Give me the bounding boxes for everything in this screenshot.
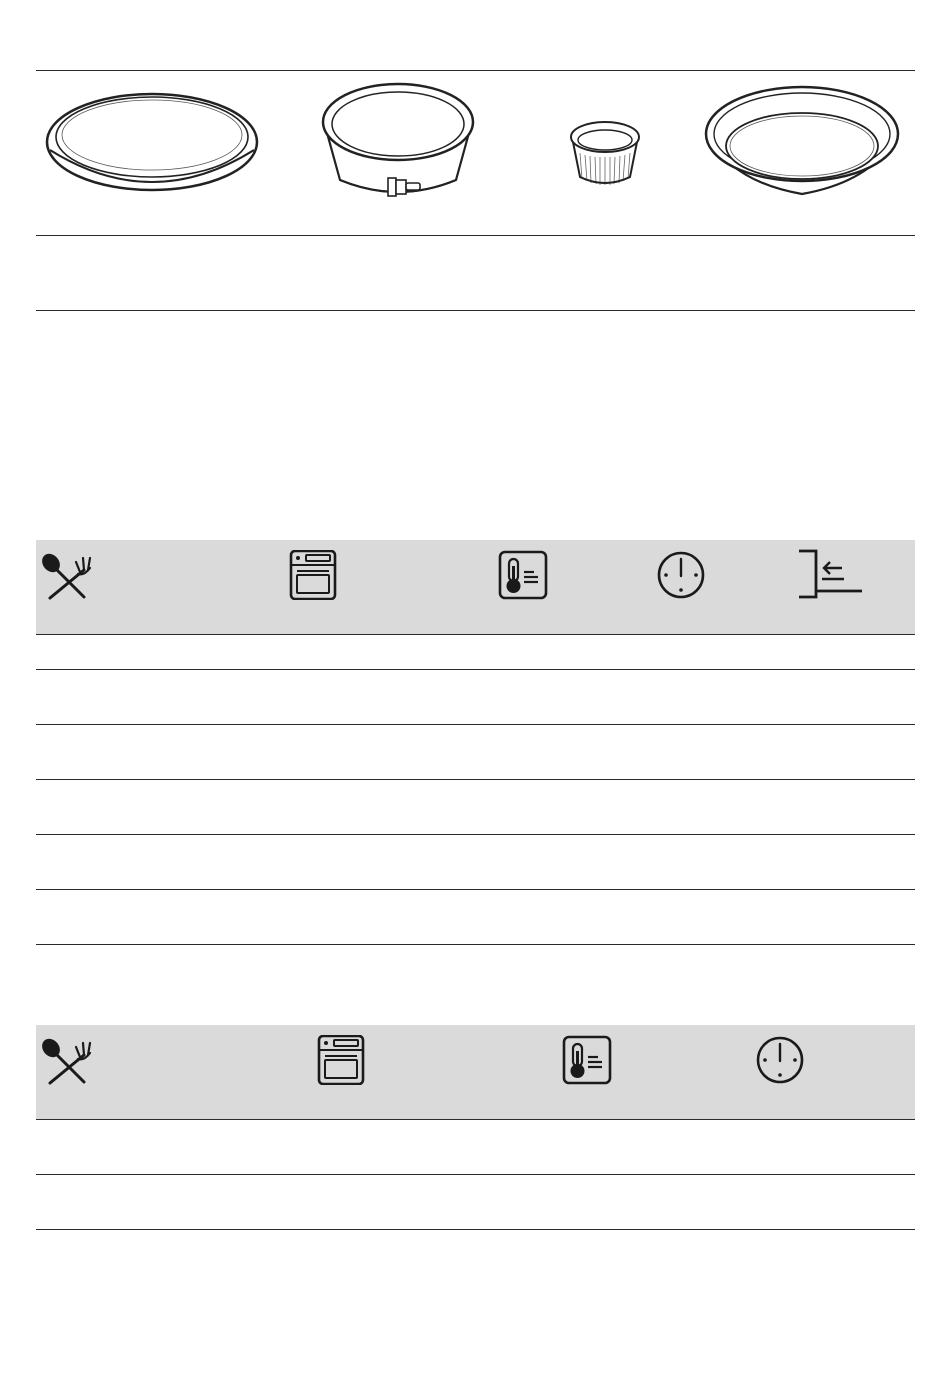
oven-function-icon: [289, 550, 337, 600]
divider: [36, 1119, 915, 1120]
divider: [36, 889, 915, 890]
clock-icon: [756, 1036, 804, 1084]
ramekin-icon: [570, 121, 640, 185]
deep-flan-dish-icon: [704, 85, 900, 196]
divider: [36, 779, 915, 780]
divider: [36, 70, 915, 71]
divider: [36, 944, 915, 945]
divider: [36, 634, 915, 635]
divider: [36, 724, 915, 725]
clock-icon: [657, 551, 705, 599]
table-header: [36, 540, 915, 634]
divider: [36, 1174, 915, 1175]
divider: [36, 834, 915, 835]
temperature-icon: [562, 1035, 612, 1085]
divider: [36, 310, 915, 311]
divider: [36, 669, 915, 670]
flat-pizza-pan-icon: [45, 92, 259, 192]
divider: [36, 1229, 915, 1230]
cutlery-icon: [42, 553, 92, 600]
shelf-level-icon: [799, 549, 862, 599]
cutlery-icon: [42, 1038, 92, 1085]
temperature-icon: [498, 550, 548, 600]
springform-cake-tin-icon: [321, 82, 475, 197]
oven-function-icon: [317, 1035, 365, 1085]
divider: [36, 235, 915, 236]
